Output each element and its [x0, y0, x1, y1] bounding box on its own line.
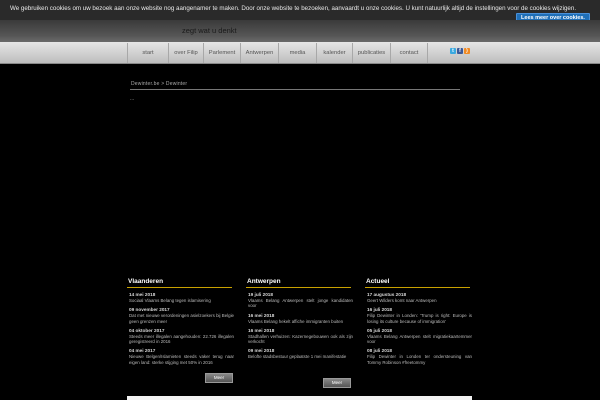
nav-start[interactable]: start: [127, 43, 168, 63]
column-title: Antwerpen: [247, 278, 281, 285]
breadcrumb[interactable]: Dewinter.be > Dewinter: [127, 74, 472, 87]
news-item[interactable]: 17 augustus 2018 Geert Wilders komt naar …: [365, 292, 472, 303]
main-nav: start over Filip Parlement Antwerpen med…: [127, 43, 428, 63]
twitter-icon[interactable]: t: [450, 48, 456, 54]
news-item[interactable]: 08 juli 2018 Filip Dewinter in Londen ter…: [365, 348, 472, 365]
nav-over-filip[interactable]: over Filip: [168, 43, 203, 63]
news-item[interactable]: 09 november 2017 Dat met nieuwe verordeni…: [127, 307, 234, 324]
news-item[interactable]: 16 mei 2018 Vlaams Belang hekelt affiche …: [246, 313, 353, 324]
site-header: [0, 20, 600, 42]
news-item[interactable]: 19 juli 2018 Vlaams Belang Antwerpen stel…: [246, 292, 353, 309]
nav-antwerpen[interactable]: Antwerpen: [240, 43, 278, 63]
column-actueel: Actueel 17 augustus 2018 Geert Wilders ko…: [365, 278, 472, 369]
cookie-bar: We gebruiken cookies om uw bezoek aan on…: [0, 0, 600, 24]
column-vlaanderen: Vlaanderen 14 mei 2018 Sociaal Vlaams Bel…: [127, 278, 234, 369]
column-divider: [127, 287, 232, 288]
header-tagline: zegt wat u denkt: [182, 26, 237, 35]
more-button-antwerpen[interactable]: Meer: [323, 378, 351, 388]
more-button-vlaanderen[interactable]: Meer: [205, 373, 233, 383]
content-placeholder: ...: [130, 96, 135, 102]
social-links: t f ): [450, 48, 470, 54]
nav-contact[interactable]: contact: [390, 43, 428, 63]
column-title: Actueel: [366, 278, 390, 285]
nav-kalender[interactable]: kalender: [316, 43, 352, 63]
news-item[interactable]: 09 mei 2018 Belofte stadsbestuur geplaats…: [246, 348, 353, 359]
nav-publicaties[interactable]: publicaties: [352, 43, 390, 63]
column-divider: [365, 287, 470, 288]
facebook-icon[interactable]: f: [457, 48, 463, 54]
column-antwerpen: Antwerpen 19 juli 2018 Vlaams Belang Antw…: [246, 278, 353, 364]
main-content: Dewinter.be > Dewinter ...: [127, 74, 472, 102]
news-item[interactable]: 16 mei 2018 Stadhallen verhuizen: Kazerne…: [246, 328, 353, 345]
breadcrumb-divider: [130, 89, 460, 90]
footer-strip: [127, 396, 472, 400]
cookie-message: We gebruiken cookies om uw bezoek aan on…: [10, 5, 577, 12]
column-title: Vlaanderen: [128, 278, 164, 285]
news-item[interactable]: 14 mei 2018 Sociaal Vlaams Belang tegen i…: [127, 292, 234, 303]
rss-icon[interactable]: ): [464, 48, 470, 54]
nav-media[interactable]: media: [278, 43, 316, 63]
news-item[interactable]: 05 juli 2018 Vlaams Belang Antwerpen stel…: [365, 328, 472, 345]
news-item[interactable]: 04 mei 2017 Nieuwe Belgen/Islamieten stee…: [127, 348, 234, 365]
news-item[interactable]: 16 juli 2018 Filip Dewinter in Londen: 'T…: [365, 307, 472, 324]
column-divider: [246, 287, 351, 288]
news-item[interactable]: 04 oktober 2017 Steeds meer illegalen aan…: [127, 328, 234, 345]
nav-parlement[interactable]: Parlement: [203, 43, 240, 63]
